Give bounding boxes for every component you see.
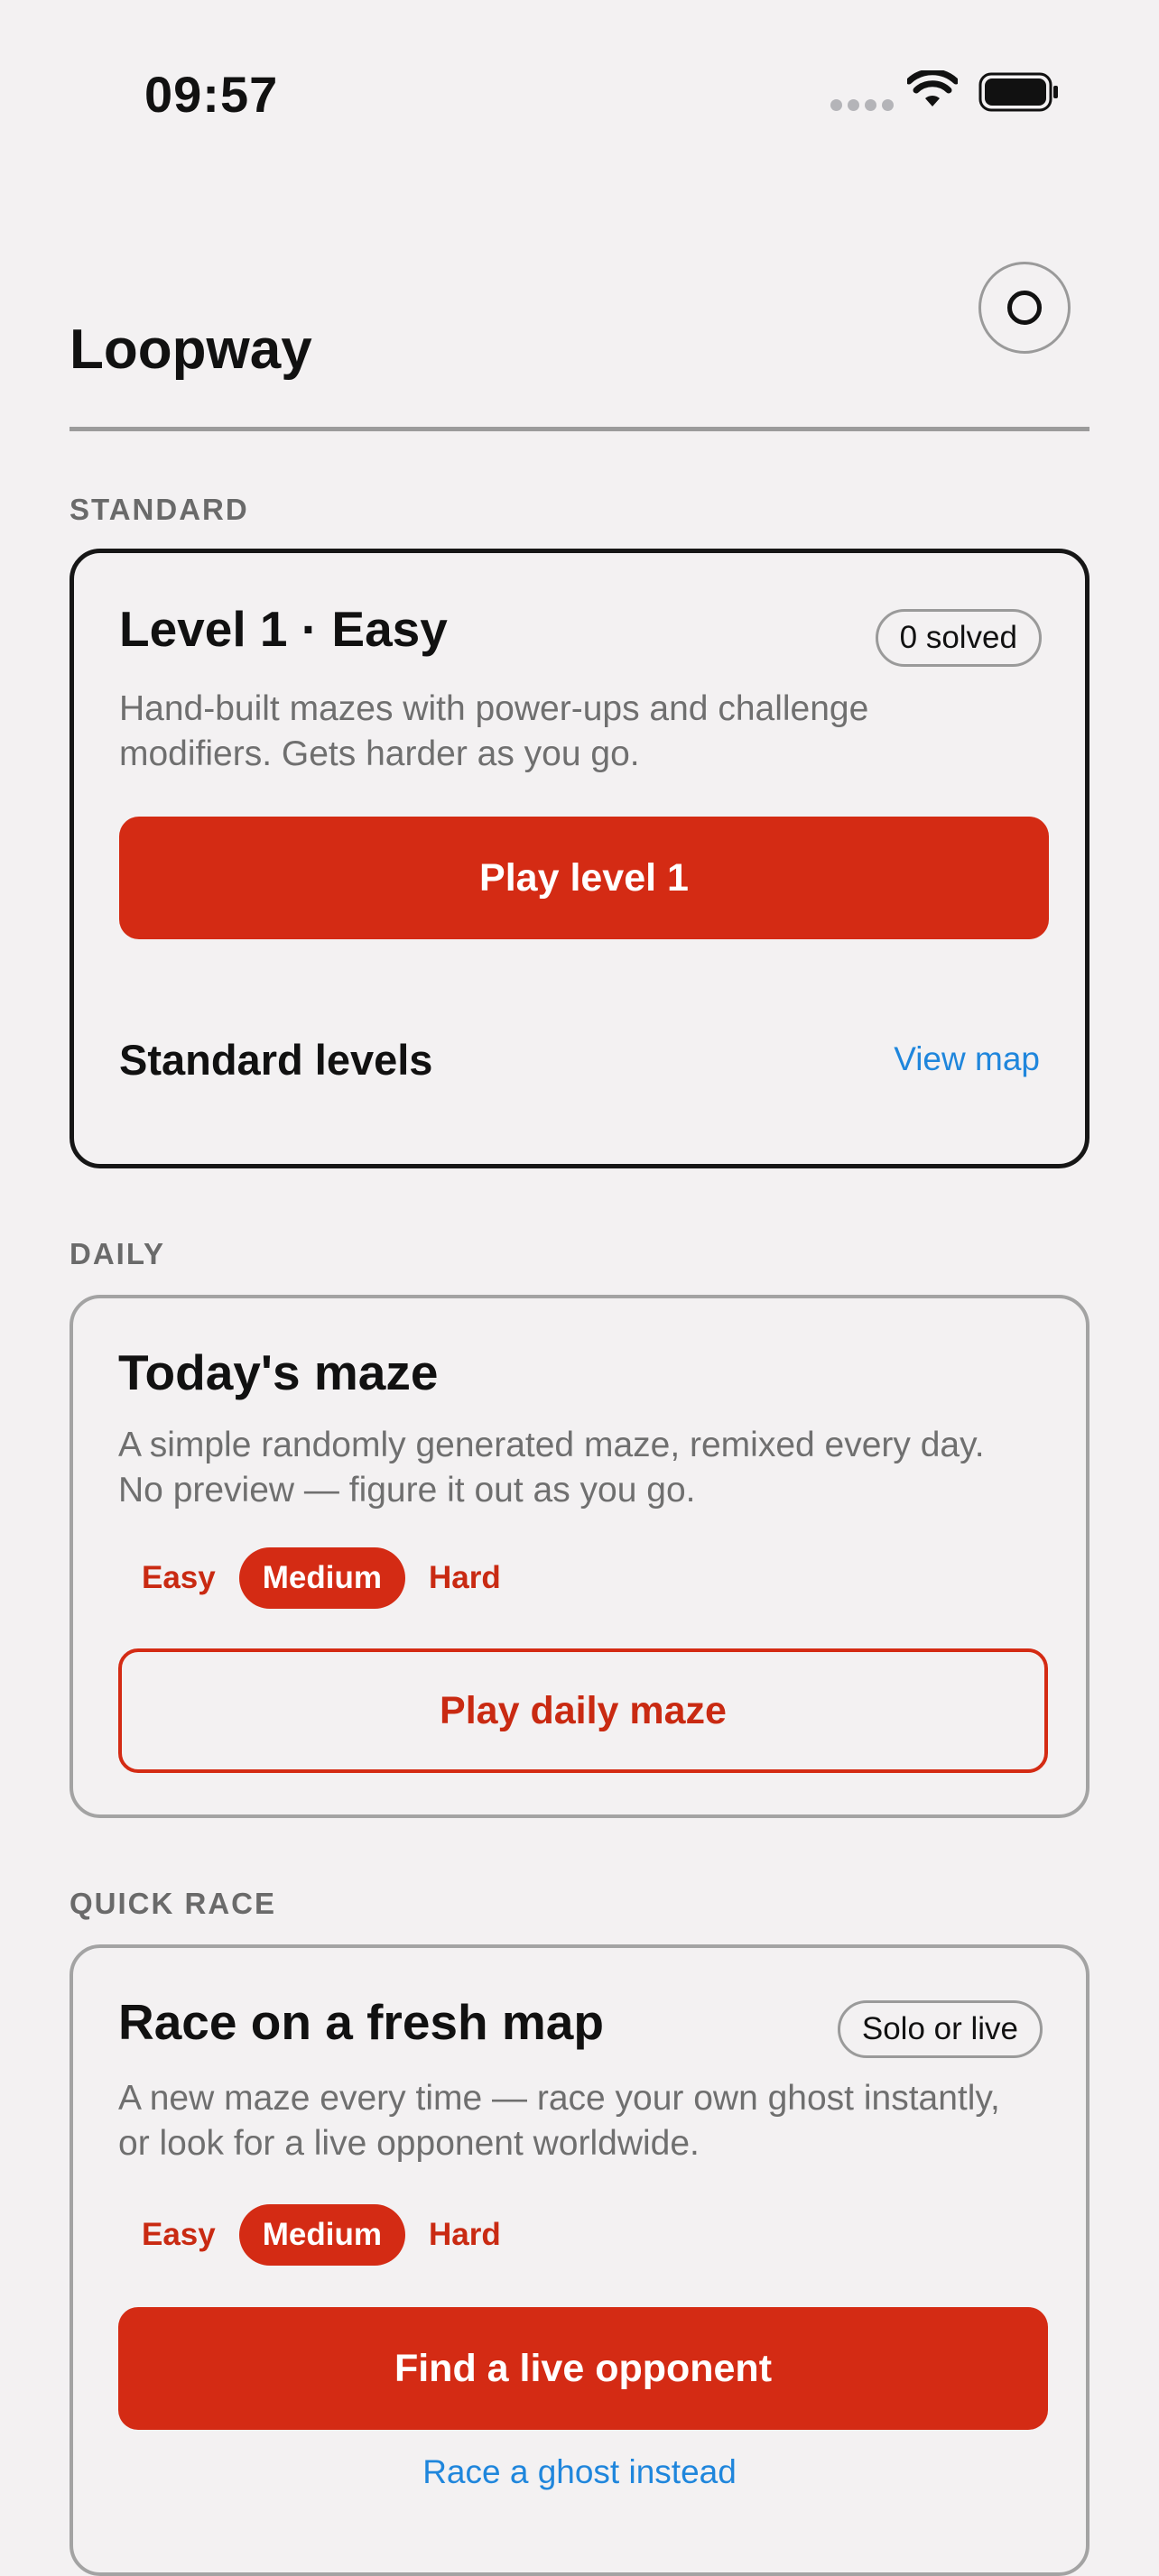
header-divider: [70, 427, 1089, 431]
play-level-button[interactable]: Play level 1: [119, 817, 1049, 939]
section-label-daily: DAILY: [70, 1237, 165, 1270]
status-time: 09:57: [144, 66, 279, 123]
view-map-link[interactable]: View map: [894, 1040, 1040, 1078]
race-difficulty-selector: Easy Medium Hard: [118, 2204, 524, 2266]
race-difficulty-easy[interactable]: Easy: [118, 2204, 239, 2266]
app-title: Loopway: [70, 319, 312, 381]
standard-levels-title: Standard levels: [119, 1036, 433, 1084]
battery-icon: [978, 72, 1058, 112]
quick-race-card-description: A new maze every time — race your own gh…: [118, 2079, 1000, 2163]
section-label-quick-race: QUICK RACE: [70, 1887, 277, 1920]
status-bar: 09:57: [0, 0, 1159, 180]
standard-card-title: Level 1 · Easy: [119, 601, 448, 657]
play-daily-maze-button[interactable]: Play daily maze: [118, 1648, 1048, 1773]
quick-race-card-title: Race on a fresh map: [118, 1994, 604, 2050]
cellular-signal-icon: [830, 99, 894, 111]
daily-card-description: A simple randomly generated maze, remixe…: [118, 1426, 985, 1510]
solo-or-live-badge: Solo or live: [837, 2000, 1043, 2058]
profile-circle-icon: [1007, 291, 1042, 325]
wifi-icon: [907, 70, 958, 106]
quick-race-card: Race on a fresh map Solo or live A new m…: [70, 1944, 1089, 2576]
profile-button[interactable]: [978, 262, 1071, 354]
standard-card: Level 1 · Easy 0 solved Hand-built mazes…: [70, 549, 1089, 1168]
daily-difficulty-selector: Easy Medium Hard: [118, 1547, 524, 1609]
daily-difficulty-easy[interactable]: Easy: [118, 1547, 239, 1609]
solved-badge: 0 solved: [875, 609, 1042, 667]
daily-difficulty-medium[interactable]: Medium: [238, 1547, 405, 1609]
daily-card-title: Today's maze: [118, 1344, 439, 1400]
daily-difficulty-hard[interactable]: Hard: [405, 1547, 524, 1609]
race-ghost-link[interactable]: Race a ghost instead: [73, 2453, 1086, 2491]
race-difficulty-hard[interactable]: Hard: [405, 2204, 524, 2266]
standard-card-description: Hand-built mazes with power-ups and chal…: [119, 689, 869, 773]
race-difficulty-medium[interactable]: Medium: [238, 2204, 405, 2266]
daily-card: Today's maze A simple randomly generated…: [70, 1295, 1089, 1818]
section-label-standard: STANDARD: [70, 493, 249, 526]
find-live-opponent-button[interactable]: Find a live opponent: [118, 2307, 1048, 2430]
